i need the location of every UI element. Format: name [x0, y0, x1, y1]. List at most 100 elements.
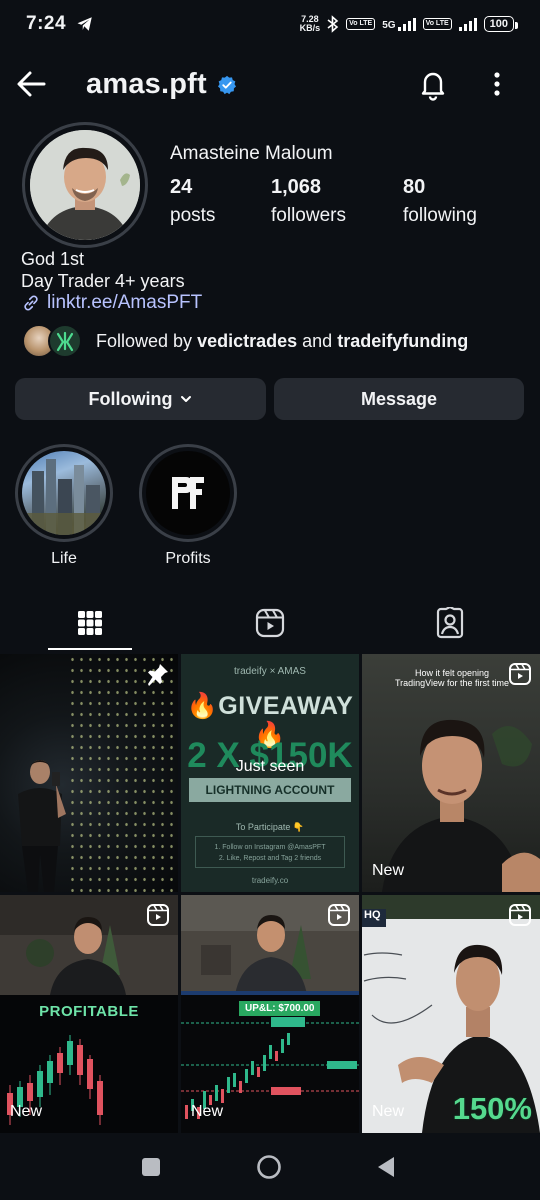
more-options-icon[interactable] [484, 68, 510, 100]
grid-icon [78, 611, 102, 635]
tab-posts-grid[interactable] [0, 595, 180, 651]
notification-bell-icon[interactable] [415, 66, 451, 102]
battery-indicator: 100 [483, 16, 519, 32]
bio-line: God 1st [21, 249, 85, 269]
board-text: HQ [364, 909, 381, 921]
status-icons: 7.28 KB/s Vo LTE 5G Vo LTE 100 [300, 15, 519, 33]
post-tile[interactable]: tradeify × AMAS 🔥GIVEAWAY🔥 2 X $150K Jus… [181, 654, 359, 892]
followed-by-prefix: Followed by [96, 330, 193, 351]
stat-followers-value: 1,068 [271, 176, 322, 198]
stat-following-label: following [403, 205, 477, 226]
post-tile[interactable]: How it felt opening TradingView for the … [362, 654, 540, 892]
system-nav-bar [0, 1138, 540, 1200]
post-tile[interactable]: UP&L: $700.00 New [181, 895, 359, 1133]
signal-bars-icon [458, 17, 477, 31]
stat-following[interactable]: 80 following [403, 176, 477, 227]
followed-by-user: tradeifyfunding [337, 330, 469, 351]
reels-icon [255, 608, 285, 638]
stat-posts-value: 24 [170, 176, 193, 198]
status-time: 7:24 [26, 13, 67, 34]
profile-avatar [30, 130, 140, 240]
profile-avatar-ring[interactable] [22, 122, 148, 248]
link-icon [24, 295, 38, 311]
signal-bars-icon [397, 17, 416, 31]
profile-tabs [0, 595, 540, 651]
status-bar: 7:24 7.28 KB/s Vo LTE 5G Vo LTE 100 [0, 0, 540, 48]
post-tile[interactable] [0, 654, 178, 892]
back-arrow-icon[interactable] [14, 66, 50, 102]
volte-badge-1: Vo LTE [346, 18, 376, 30]
followed-by[interactable]: Followed by vedictrades and tradeifyfund… [22, 322, 468, 360]
post-caption: How it felt opening TradingView for the … [394, 668, 510, 688]
bluetooth-icon [327, 15, 339, 33]
new-label: New [10, 1103, 43, 1120]
message-button-label: Message [360, 388, 438, 409]
new-label: New [191, 1103, 224, 1120]
followed-by-user: vedictrades [197, 330, 298, 351]
volte-badge-2: Vo LTE [422, 18, 452, 30]
followed-by-conj: and [302, 330, 333, 351]
stat-posts-label: posts [170, 205, 216, 226]
stat-following-value: 80 [403, 176, 426, 198]
post-banner: 150% [452, 1091, 532, 1126]
highlight-ring [15, 444, 113, 542]
highlight-cover-image [146, 451, 230, 535]
following-button[interactable]: Following [15, 378, 266, 420]
starry-wall-decoration [68, 654, 178, 892]
verified-badge-icon [217, 75, 236, 94]
bio-line: Day Trader 4+ years [21, 271, 185, 291]
profile-link-text: linktr.ee/AmasPFT [47, 292, 203, 313]
post-banner: UP&L: $700.00 [239, 1001, 321, 1016]
home-circle-icon[interactable] [256, 1154, 282, 1180]
new-label: New [372, 862, 405, 879]
just-seen-label: Just seen [235, 758, 305, 775]
profile-link[interactable]: linktr.ee/AmasPFT [21, 292, 202, 314]
posts-grid: tradeify × AMAS 🔥GIVEAWAY🔥 2 X $150K Jus… [0, 654, 540, 1144]
tradeify-logo-icon [56, 331, 74, 352]
following-button-label: Following [88, 388, 173, 409]
highlight-label: Life [51, 550, 77, 567]
recent-apps-icon[interactable] [142, 1158, 160, 1176]
highlight-ring [139, 444, 237, 542]
highlight-cover-image [22, 451, 106, 535]
stat-followers-label: followers [271, 205, 346, 226]
telegram-icon [77, 17, 92, 31]
tab-reels[interactable] [180, 595, 360, 651]
pf-logo-icon [172, 477, 204, 509]
back-triangle-icon[interactable] [376, 1155, 396, 1179]
giveaway-steps: 1. Follow on Instagram @AmasPFT 2. Like,… [195, 836, 345, 868]
reels-icon [509, 663, 531, 685]
followed-by-text: Followed by vedictrades and tradeifyfund… [96, 331, 468, 352]
post-tile[interactable]: HQ 150% New [362, 895, 540, 1133]
stat-followers[interactable]: 1,068 followers [271, 176, 346, 227]
giveaway-participate: To Participate 👇 [235, 822, 305, 832]
profile-bio: God 1st Day Trader 4+ years [21, 248, 185, 292]
new-label: New [372, 1103, 405, 1120]
reels-icon [147, 904, 169, 926]
profile-full-name: Amasteine Maloum [170, 143, 333, 164]
giveaway-brand: tradeify × AMAS [234, 666, 306, 677]
profile-header: amas.pft [0, 56, 540, 112]
signal-5g: 5G [382, 17, 416, 31]
giveaway-step: 1. Follow on Instagram @AmasPFT [214, 844, 326, 851]
message-button[interactable]: Message [274, 378, 524, 420]
reels-icon [328, 904, 350, 926]
pin-icon [148, 664, 168, 686]
network-type: 5G [382, 20, 396, 31]
giveaway-step: 2. Like, Repost and Tag 2 friends [218, 855, 322, 862]
highlight-profits[interactable]: Profits [139, 444, 237, 568]
username-text: amas.pft [86, 68, 207, 100]
network-speed: 7.28 KB/s [300, 15, 321, 33]
network-speed-unit: KB/s [299, 23, 321, 33]
reels-icon [509, 904, 531, 926]
active-tab-indicator [48, 648, 132, 650]
avatar-portrait-image [30, 130, 140, 240]
tagged-icon [436, 607, 464, 639]
city-skyline-image [22, 459, 106, 535]
highlight-life[interactable]: Life [15, 444, 113, 568]
post-tile[interactable]: PROFITABLE New [0, 895, 178, 1133]
profile-username: amas.pft [86, 68, 237, 101]
mutual-avatar [48, 324, 82, 358]
tab-tagged[interactable] [360, 595, 540, 651]
stat-posts[interactable]: 24 posts [170, 176, 215, 227]
